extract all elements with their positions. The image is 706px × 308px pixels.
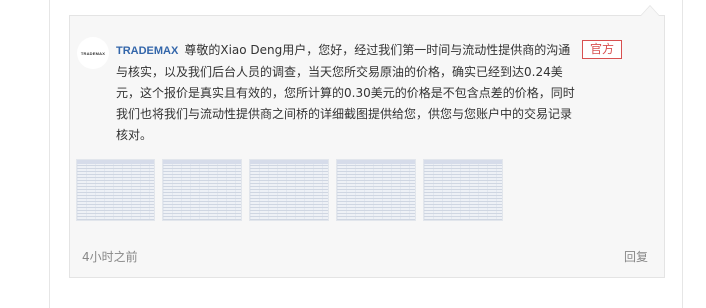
avatar-label: TRADEMAX [80,50,106,56]
reply-button[interactable]: 回复 [624,248,648,265]
attachment-thumbnail[interactable] [336,159,416,221]
official-badge: 官方 [582,40,622,59]
avatar[interactable]: TRADEMAX [77,37,109,69]
comment-text: 尊敬的Xiao Deng用户，您好，经过我们第一时间与流动性提供商的沟通与核实，… [116,43,575,142]
thumbnail-header [424,160,502,164]
thumbnail-header [77,160,154,164]
attachment-thumbnail[interactable] [249,159,329,221]
thumbnail-header [250,160,328,164]
attachment-thumbnail[interactable] [423,159,503,221]
attachment-thumbnail[interactable] [162,159,242,221]
comment-card: TRADEMAX TRADEMAX 尊敬的Xiao Deng用户，您好，经过我们第… [69,5,665,278]
comment-timestamp: 4小时之前 [82,250,138,264]
card-caret-fill [641,6,659,16]
thumbnail-header [163,160,241,164]
comment-body: TRADEMAX 尊敬的Xiao Deng用户，您好，经过我们第一时间与流动性提供… [116,40,578,146]
thumbnail-header [337,160,415,164]
author-link[interactable]: TRADEMAX [116,45,178,57]
attachment-thumbnail[interactable] [76,159,155,221]
